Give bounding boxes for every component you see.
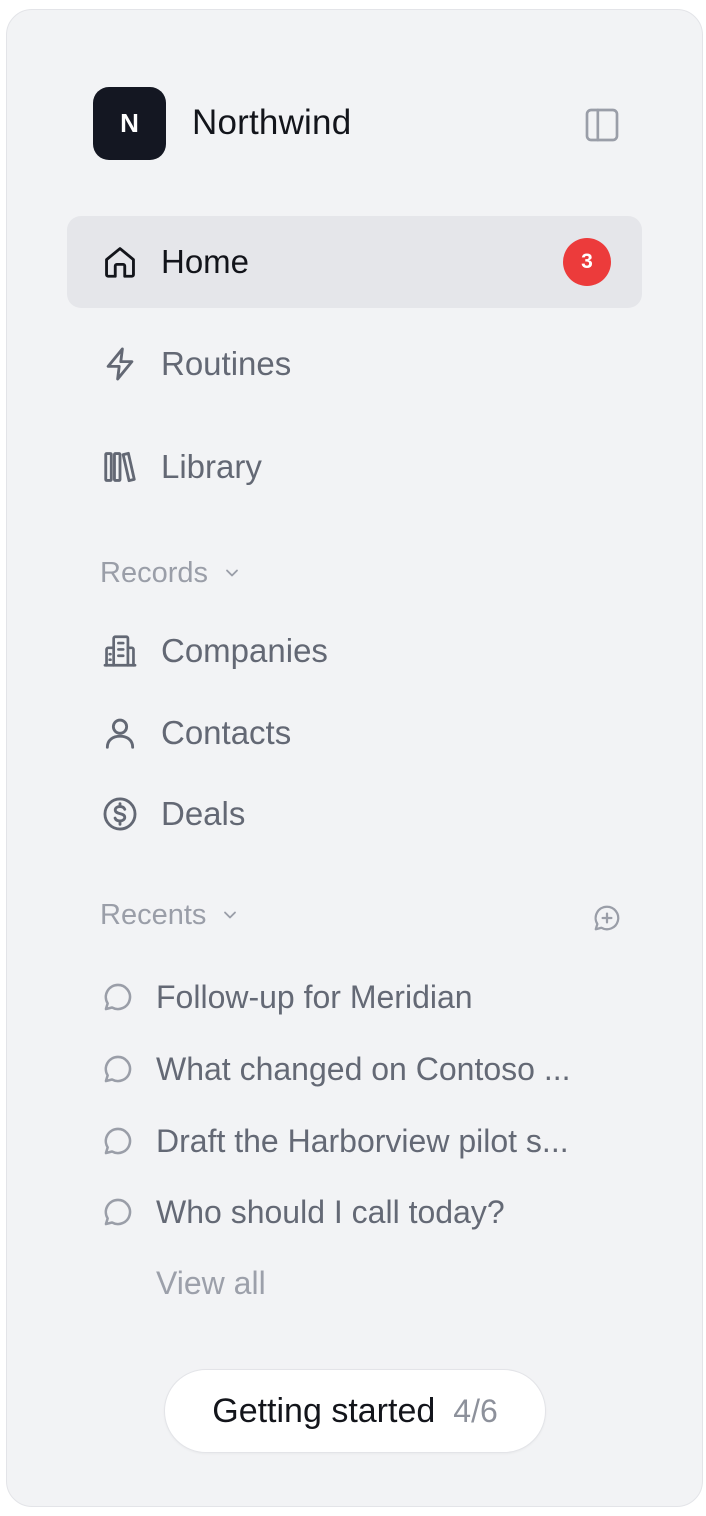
records-section-header[interactable]: Records bbox=[100, 553, 242, 593]
recent-item[interactable]: Who should I call today? bbox=[100, 1184, 620, 1240]
notification-badge: 3 bbox=[563, 238, 611, 286]
nav-item-contacts[interactable]: Contacts bbox=[67, 687, 642, 779]
nav-label-home: Home bbox=[161, 243, 250, 280]
records-section-label: Records bbox=[100, 556, 208, 589]
home-icon bbox=[101, 243, 139, 281]
nav-label-deals: Deals bbox=[161, 795, 246, 832]
recent-item-label: Who should I call today? bbox=[156, 1193, 505, 1230]
workspace-logo[interactable]: N bbox=[93, 87, 166, 160]
message-plus-icon bbox=[594, 905, 620, 931]
getting-started-progress: 4/6 bbox=[453, 1392, 498, 1429]
getting-started-button[interactable]: Getting started 4/6 bbox=[164, 1369, 546, 1453]
nav-label-routines: Routines bbox=[161, 345, 292, 382]
chat-bubble-icon bbox=[100, 1194, 136, 1230]
user-icon bbox=[101, 714, 139, 752]
nav-item-library[interactable]: Library bbox=[67, 421, 642, 513]
recent-item-label: Follow-up for Meridian bbox=[156, 978, 473, 1015]
nav-item-home[interactable]: Home 3 bbox=[67, 216, 642, 308]
recent-item-label: Draft the Harborview pilot s... bbox=[156, 1122, 569, 1159]
dollar-circle-icon bbox=[101, 795, 139, 833]
recent-item-label: What changed on Contoso ... bbox=[156, 1050, 571, 1087]
nav-item-companies[interactable]: Companies bbox=[67, 605, 642, 697]
sidebar: N Northwind Home 3 Routines Library Reco… bbox=[6, 9, 703, 1507]
chat-bubble-icon bbox=[100, 979, 136, 1015]
getting-started-label: Getting started bbox=[212, 1391, 436, 1430]
chevron-down-icon bbox=[220, 905, 240, 925]
chat-bubble-icon bbox=[100, 1051, 136, 1087]
sidebar-toggle-icon bbox=[585, 108, 619, 142]
library-icon bbox=[101, 448, 139, 486]
collapse-sidebar-button[interactable] bbox=[581, 104, 623, 146]
lightning-icon bbox=[101, 345, 139, 383]
nav-label-companies: Companies bbox=[161, 632, 328, 669]
building-icon bbox=[101, 632, 139, 670]
nav-item-deals[interactable]: Deals bbox=[67, 768, 642, 860]
recent-item[interactable]: Follow-up for Meridian bbox=[100, 969, 620, 1025]
chevron-down-icon bbox=[222, 563, 242, 583]
recent-item[interactable]: What changed on Contoso ... bbox=[100, 1041, 620, 1097]
recents-section-label: Recents bbox=[100, 898, 207, 931]
recent-item[interactable]: Draft the Harborview pilot s... bbox=[100, 1113, 620, 1169]
chat-bubble-icon bbox=[100, 1123, 136, 1159]
recents-section-header[interactable]: Recents bbox=[100, 895, 240, 935]
workspace-name[interactable]: Northwind bbox=[192, 103, 351, 143]
nav-label-library: Library bbox=[161, 448, 262, 485]
view-all-link[interactable]: View all bbox=[156, 1265, 266, 1302]
nav-label-contacts: Contacts bbox=[161, 714, 292, 751]
new-chat-button[interactable] bbox=[590, 901, 624, 935]
logo-letter: N bbox=[120, 108, 139, 138]
nav-item-routines[interactable]: Routines bbox=[67, 318, 642, 410]
